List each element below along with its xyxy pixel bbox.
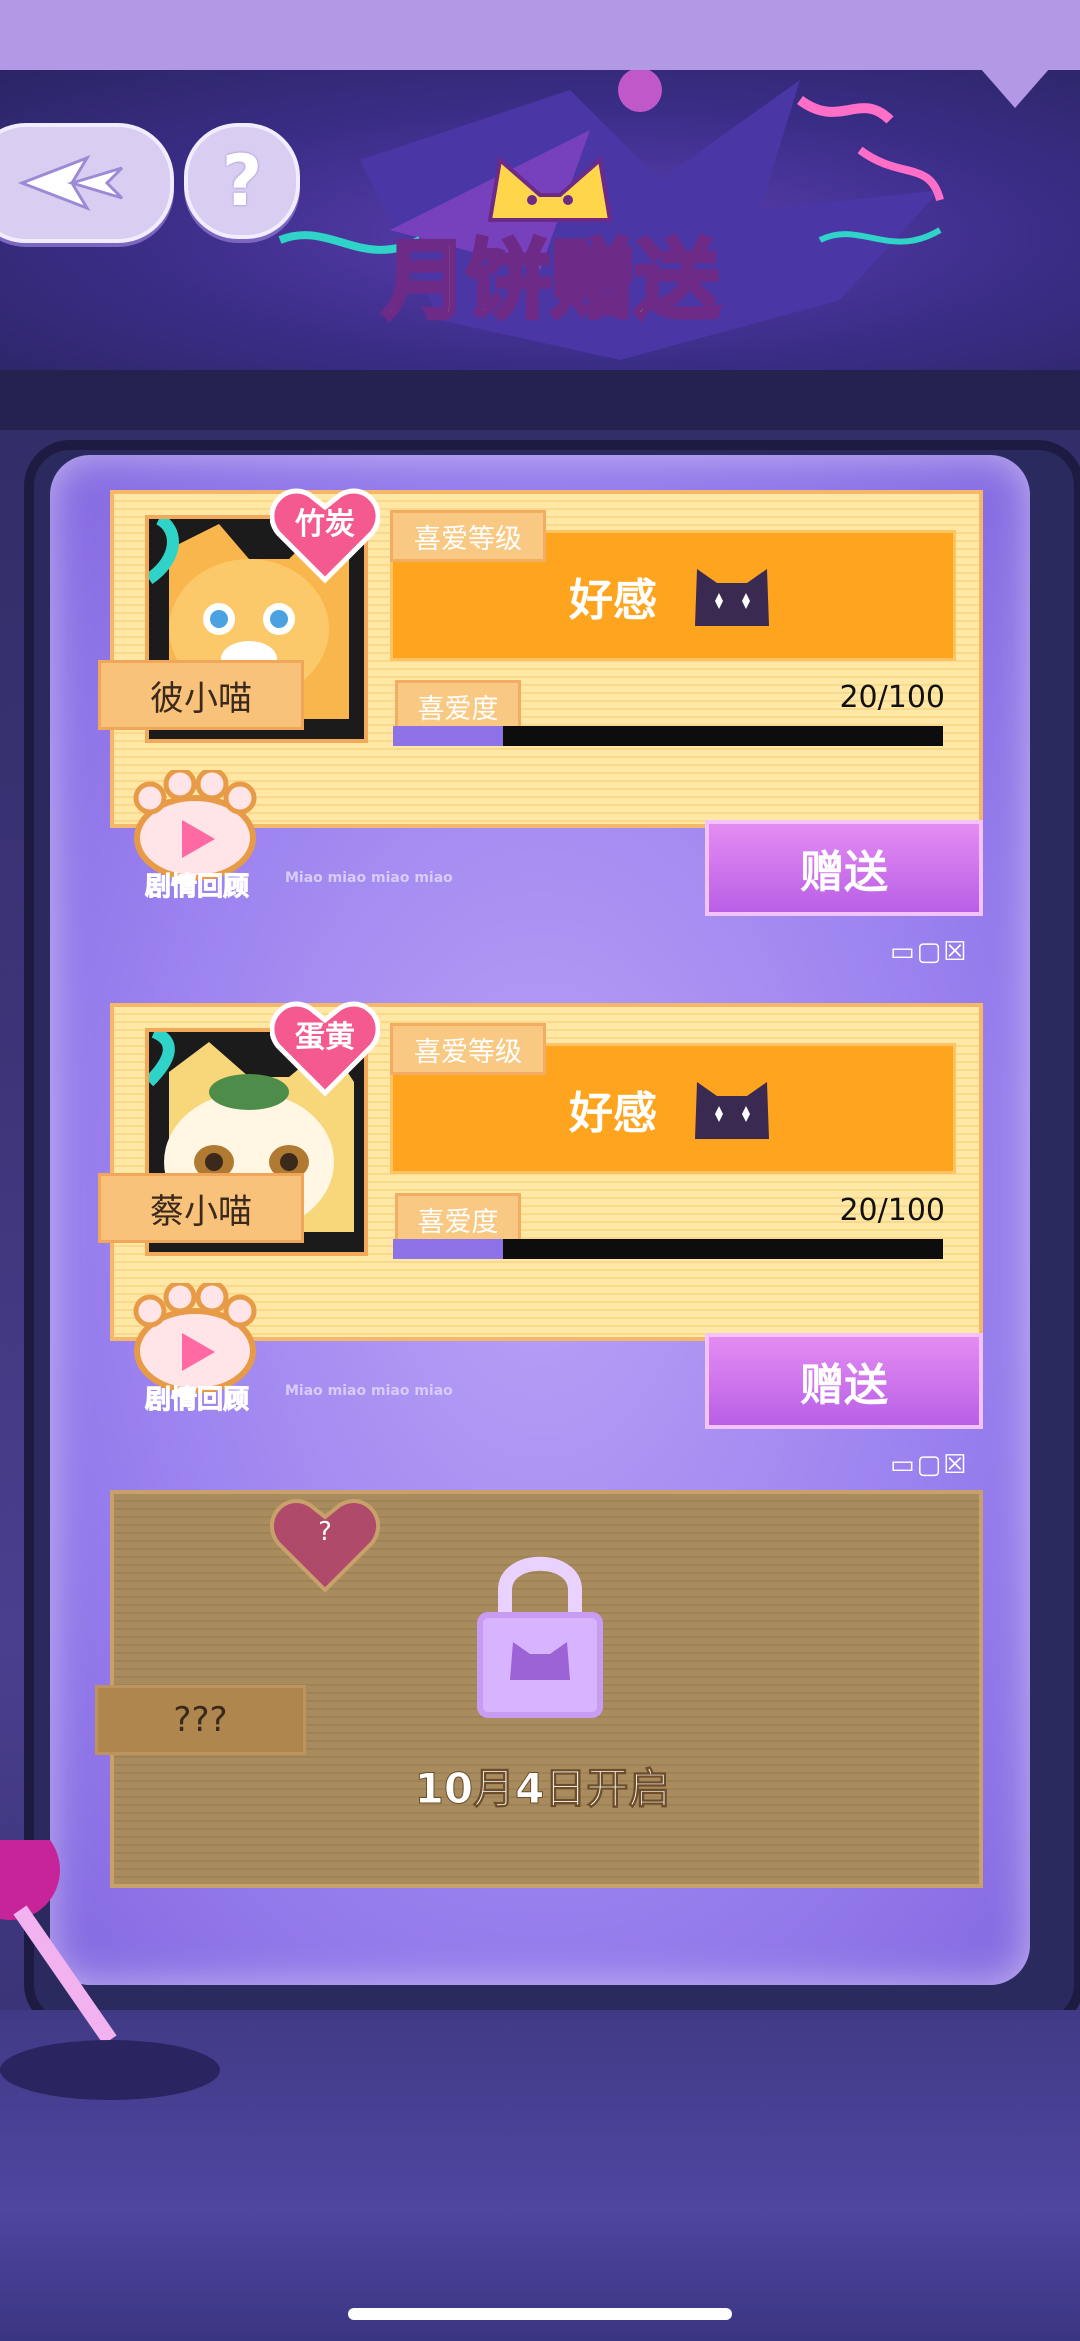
cat-name-tag: 彼小喵: [98, 660, 304, 730]
page-title: 月饼赠送: [380, 229, 722, 333]
heart-badge: 竹炭: [269, 485, 381, 585]
gift-button[interactable]: 赠送: [705, 1333, 983, 1429]
back-button[interactable]: [0, 123, 174, 243]
level-label: 喜爱等级: [390, 510, 546, 562]
maximize-icon: ▢: [916, 937, 944, 967]
heart-name: 蛋黄: [295, 1020, 355, 1055]
locked-heart-badge: ?: [270, 1495, 380, 1595]
cat-face-icon: [695, 1081, 769, 1139]
gift-button[interactable]: 赠送: [705, 820, 983, 916]
affection-label: 喜爱度: [395, 680, 521, 732]
cat-name-tag: 蔡小喵: [98, 1173, 304, 1243]
locked-cat-name: ???: [95, 1685, 306, 1755]
minimize-icon: ▭: [890, 937, 917, 967]
cat-face-icon: [695, 568, 769, 626]
affection-value: 20/100: [839, 680, 945, 715]
affection-label: 喜爱度: [395, 1193, 521, 1245]
header-shadow-band: [0, 370, 1080, 430]
cat-card: 蔡小喵 蛋黄 好感 喜爱等级 喜爱度 20/100 剧情回顾 赠送 Miao m…: [98, 1001, 983, 1429]
home-indicator[interactable]: [348, 2308, 732, 2320]
window-controls: ▭▢☒: [890, 1450, 1080, 1480]
back-arrow-icon: [17, 155, 124, 211]
locked-heart-name: ?: [318, 1517, 332, 1547]
footer-text: Miao miao miao miao: [285, 870, 453, 886]
affection-progress-bar: [393, 1239, 943, 1259]
locked-cat-card: ? ??? 10月4日开启: [95, 1490, 983, 1888]
lamp-stand-decoration: [0, 1840, 220, 2100]
question-mark-icon: ?: [221, 140, 263, 222]
heart-badge: 蛋黄: [269, 998, 381, 1098]
story-review-button[interactable]: 剧情回顾: [120, 1280, 270, 1423]
footer-text: Miao miao miao miao: [285, 1383, 453, 1399]
heart-name: 竹炭: [295, 507, 355, 542]
close-icon: ☒: [943, 937, 969, 967]
affection-progress-bar: [393, 726, 943, 746]
lock-icon: [477, 1556, 603, 1718]
level-value: 好感: [569, 1087, 657, 1139]
maximize-icon: ▢: [916, 1450, 944, 1480]
affection-progress-fill: [393, 726, 503, 746]
title-logo: 月饼赠送: [370, 156, 730, 350]
level-value: 好感: [569, 574, 657, 626]
top-band: [0, 0, 1080, 70]
help-button[interactable]: ?: [184, 123, 300, 239]
affection-value: 20/100: [839, 1193, 945, 1228]
close-icon: ☒: [943, 1450, 969, 1480]
header-banner: ? 月饼赠送: [0, 70, 1080, 370]
story-review-label: 剧情回顾: [144, 1385, 249, 1416]
window-controls: ▭▢☒: [890, 937, 1080, 967]
paw-play-icon: [133, 1280, 257, 1394]
unlock-date-text: 10月4日开启: [414, 1764, 671, 1814]
minimize-icon: ▭: [890, 1450, 917, 1480]
story-review-label: 剧情回顾: [144, 872, 249, 903]
paw-play-icon: [133, 767, 257, 881]
story-review-button[interactable]: 剧情回顾: [120, 767, 270, 910]
cat-card: 彼小喵 竹炭 好感 喜爱等级 喜爱度 20/100 剧情回顾 赠送 Miao m…: [98, 488, 983, 916]
affection-progress-fill: [393, 1239, 503, 1259]
level-label: 喜爱等级: [390, 1023, 546, 1075]
